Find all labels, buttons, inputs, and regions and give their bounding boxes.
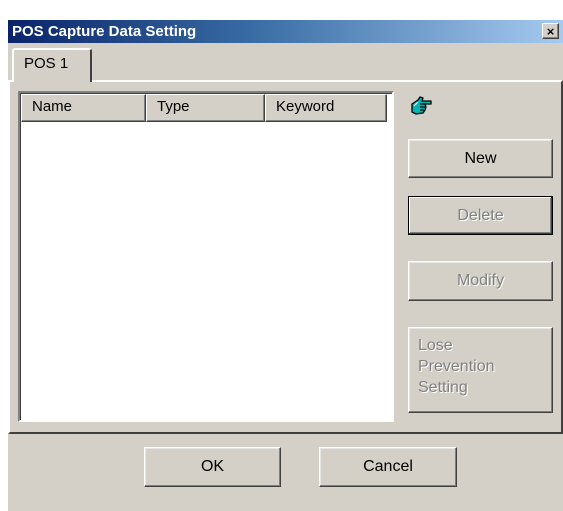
cancel-button[interactable]: Cancel: [319, 447, 457, 487]
tab-label: POS 1: [24, 55, 69, 72]
pos-capture-dialog: POS Capture Data Setting × POS 1 Name Ty…: [8, 20, 563, 511]
lose-prevention-label-line-3: Setting: [418, 379, 468, 396]
title-bar[interactable]: POS Capture Data Setting ×: [8, 20, 563, 43]
lose-prevention-setting-button[interactable]: Lose Prevention Setting: [408, 327, 553, 413]
window-title: POS Capture Data Setting: [12, 23, 197, 40]
column-header-type[interactable]: Type: [146, 94, 265, 122]
close-button[interactable]: ×: [542, 23, 559, 39]
pos-data-list[interactable]: Name Type Keyword: [18, 91, 394, 422]
column-header-keyword[interactable]: Keyword: [265, 94, 387, 122]
tab-pos-1[interactable]: POS 1: [12, 48, 92, 82]
modify-button[interactable]: Modify: [408, 261, 553, 301]
lose-prevention-label-line-2: Prevention: [418, 358, 495, 375]
lose-prevention-label-line-1: Lose: [418, 337, 453, 354]
new-button[interactable]: New: [408, 139, 553, 178]
pointing-hand-icon: [410, 95, 434, 117]
ok-button[interactable]: OK: [144, 447, 281, 487]
close-icon: ×: [546, 24, 555, 39]
list-body: Name Type Keyword: [20, 93, 392, 420]
column-header-name[interactable]: Name: [21, 94, 146, 122]
delete-button[interactable]: Delete: [408, 196, 553, 235]
